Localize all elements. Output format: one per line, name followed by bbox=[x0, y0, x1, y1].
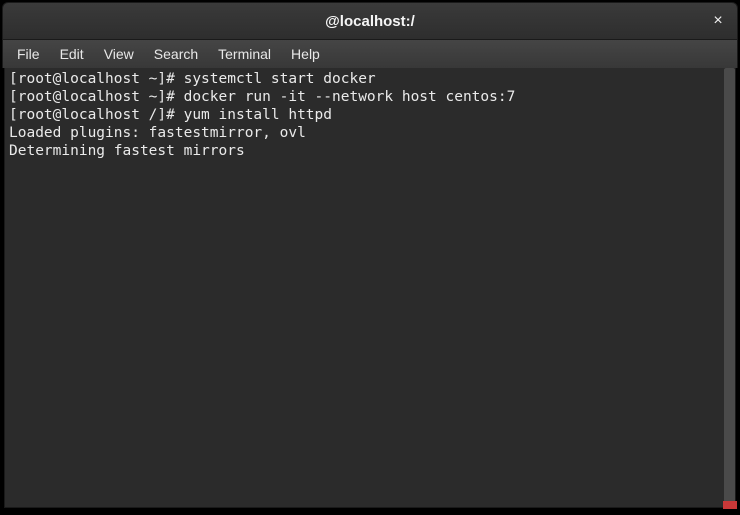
menu-search[interactable]: Search bbox=[144, 42, 208, 66]
terminal-line: [root@localhost ~]# systemctl start dock… bbox=[9, 70, 731, 88]
scrollbar-thumb[interactable] bbox=[724, 68, 735, 507]
terminal-line: [root@localhost /]# yum install httpd bbox=[9, 106, 731, 124]
scrollbar-track bbox=[724, 68, 735, 507]
window-titlebar: @localhost:/ × bbox=[2, 2, 738, 40]
terminal-viewport[interactable]: [root@localhost ~]# systemctl start dock… bbox=[4, 68, 736, 508]
terminal-line: Determining fastest mirrors bbox=[9, 142, 731, 160]
menu-edit[interactable]: Edit bbox=[50, 42, 94, 66]
close-icon: × bbox=[713, 12, 722, 30]
resize-handle[interactable] bbox=[723, 501, 737, 509]
menu-view[interactable]: View bbox=[94, 42, 144, 66]
close-button[interactable]: × bbox=[709, 12, 727, 30]
terminal-line: Loaded plugins: fastestmirror, ovl bbox=[9, 124, 731, 142]
menu-file[interactable]: File bbox=[7, 42, 50, 66]
menu-help[interactable]: Help bbox=[281, 42, 330, 66]
menu-terminal[interactable]: Terminal bbox=[208, 42, 281, 66]
terminal-line: [root@localhost ~]# docker run -it --net… bbox=[9, 88, 731, 106]
window-title: @localhost:/ bbox=[3, 13, 737, 30]
menubar: File Edit View Search Terminal Help bbox=[2, 40, 738, 68]
